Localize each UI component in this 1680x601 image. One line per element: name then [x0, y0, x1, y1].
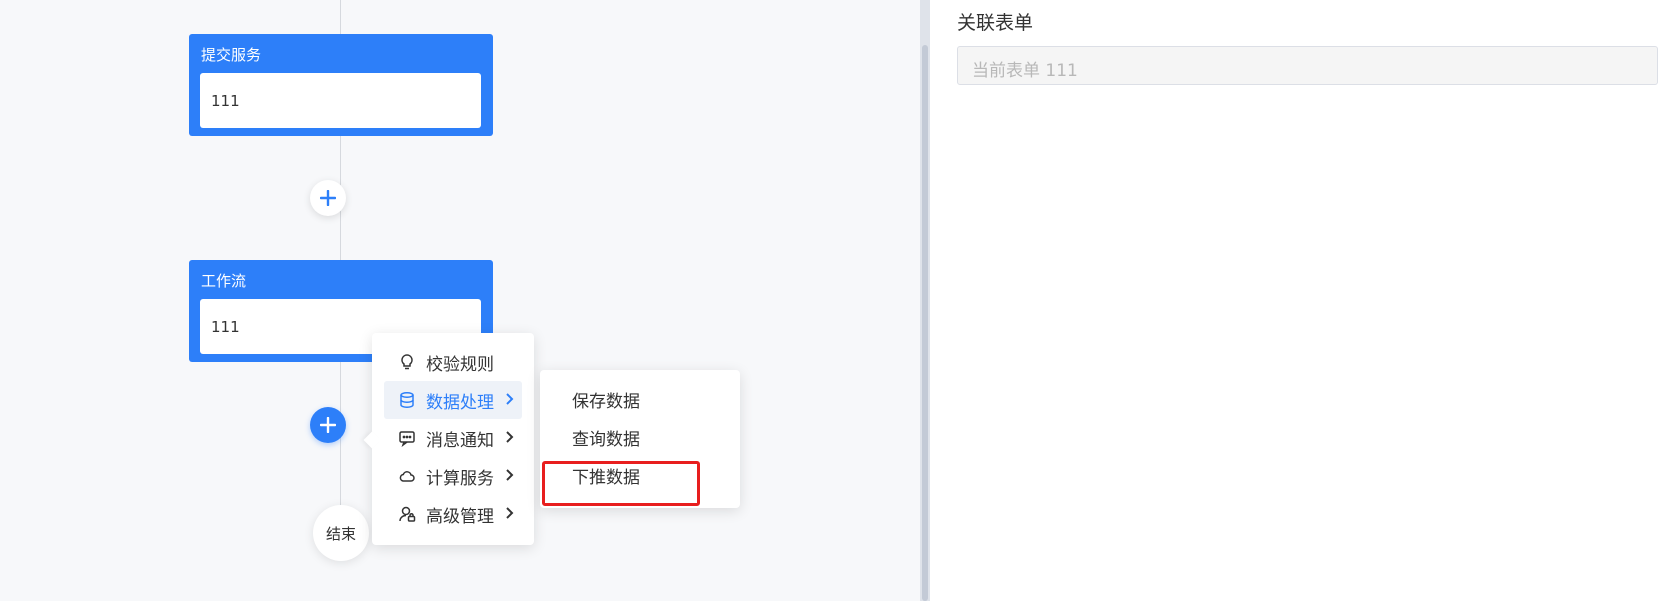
menu-item-data-processing[interactable]: 数据处理: [384, 381, 522, 419]
submenu-item-query-data[interactable]: 查询数据: [540, 418, 740, 456]
plus-icon: [320, 190, 336, 206]
menu-item-label: 高级管理: [426, 506, 494, 527]
database-icon: [398, 391, 416, 409]
menu-item-validation-rules[interactable]: 校验规则: [384, 343, 522, 381]
bulb-icon: [398, 353, 416, 371]
menu-item-label: 校验规则: [426, 354, 494, 375]
related-form-input: 当前表单 111: [957, 46, 1658, 85]
cloud-icon: [398, 467, 416, 485]
menu-item-label: 消息通知: [426, 430, 494, 451]
add-node-button[interactable]: [310, 180, 346, 216]
highlight-annotation-box: [542, 461, 700, 506]
menu-item-label: 计算服务: [426, 468, 494, 489]
menu-item-label: 数据处理: [426, 392, 494, 413]
chevron-right-icon: [506, 431, 514, 443]
user-lock-icon: [398, 505, 416, 523]
menu-item-message-notification[interactable]: 消息通知: [384, 419, 522, 457]
chevron-right-icon: [506, 393, 514, 405]
scrollbar-thumb[interactable]: [922, 45, 928, 601]
submenu-item-save-data[interactable]: 保存数据: [540, 380, 740, 418]
connector-line: [340, 0, 341, 34]
end-node[interactable]: 结束: [313, 505, 369, 561]
related-form-label: 关联表单: [957, 12, 1034, 34]
add-node-menu: 校验规则 数据处理 消息通知 计算服务 高级管理: [372, 333, 534, 545]
node-title: 提交服务: [201, 46, 262, 64]
plus-icon: [320, 417, 336, 433]
chevron-right-icon: [506, 469, 514, 481]
menu-item-advanced-management[interactable]: 高级管理: [384, 495, 522, 533]
menu-item-compute-service[interactable]: 计算服务: [384, 457, 522, 495]
chevron-right-icon: [506, 507, 514, 519]
properties-panel: 关联表单 当前表单 111: [930, 0, 1680, 601]
add-node-button-active[interactable]: [310, 407, 346, 443]
node-content: 111: [200, 73, 481, 128]
flow-node-submit-service[interactable]: 提交服务 111: [189, 34, 493, 136]
message-icon: [398, 429, 416, 447]
node-title: 工作流: [201, 272, 247, 290]
